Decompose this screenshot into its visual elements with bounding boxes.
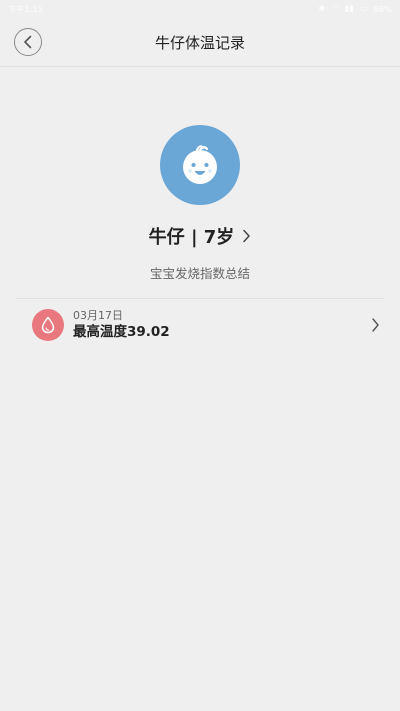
record-text: 03月17日 最高温度39.02 [73, 309, 170, 341]
status-icons: ✱ ◠ ▮▮ ▭ 86% [319, 5, 392, 14]
battery-icon: ▭ [359, 4, 368, 13]
baby-name-age: 牛仔 | 7岁 [148, 227, 235, 248]
signal-icon: ▮▮ [344, 4, 354, 13]
record-max-temp: 最高温度39.02 [73, 324, 170, 340]
page-title: 牛仔体温记录 [154, 33, 245, 52]
record-row[interactable]: 03月17日 最高温度39.02 [16, 299, 384, 351]
wifi-icon: ◠ [331, 4, 339, 13]
drop-icon [41, 316, 55, 334]
record-date: 03月17日 [73, 309, 123, 322]
chevron-right-icon [372, 318, 379, 332]
avatar[interactable] [160, 125, 240, 205]
avatar-container [0, 125, 400, 205]
back-button[interactable] [14, 28, 42, 56]
profile-name-row[interactable]: 牛仔 | 7岁 [0, 223, 400, 249]
baby-face-icon [183, 145, 217, 184]
status-time: 下午1:15 [8, 4, 44, 14]
chevron-right-icon [243, 229, 251, 243]
chevron-left-icon [24, 35, 32, 49]
fever-summary-label: 宝宝发烧指数总结 [149, 266, 250, 281]
status-bar: 下午1:15 ✱ ◠ ▮▮ ▭ 86% [0, 0, 400, 18]
bluetooth-icon: ✱ [318, 4, 326, 13]
screen: 下午1:15 ✱ ◠ ▮▮ ▭ 86% 牛仔体温记录 牛仔 | 7岁 宝宝发烧指… [0, 0, 400, 711]
record-icon-badge [32, 309, 64, 341]
header: 牛仔体温记录 [0, 18, 400, 67]
battery-level: 86% [373, 4, 392, 14]
